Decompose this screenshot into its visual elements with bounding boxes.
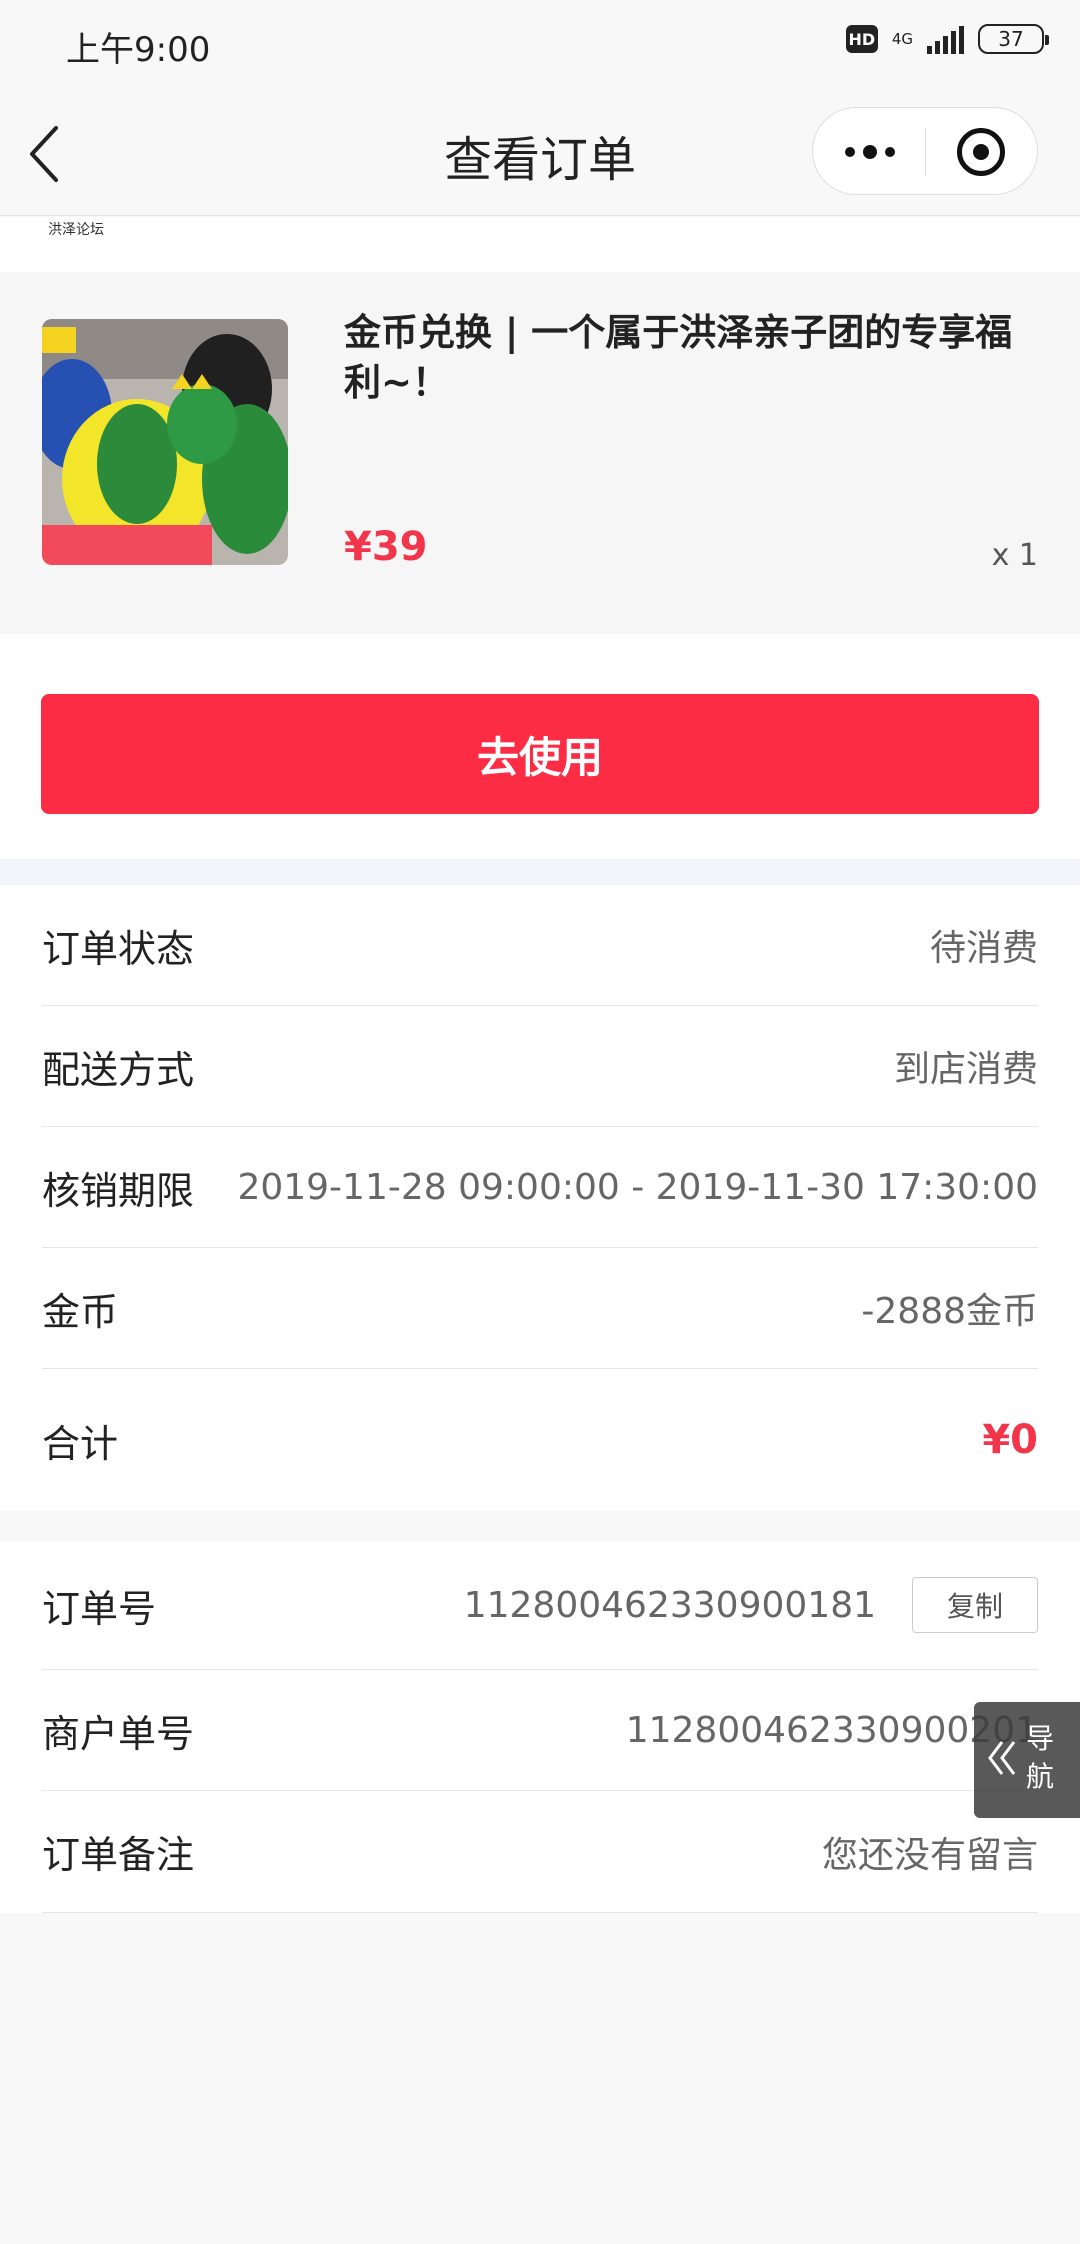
redeem-period-value: 2019-11-28 09:00:00 - 2019-11-30 17:30:0…	[237, 1166, 1038, 1208]
row-label: 合计	[42, 1421, 119, 1466]
coins-row: 金币 -2888金币	[42, 1248, 1038, 1369]
redeem-period-row: 核销期限 2019-11-28 09:00:00 - 2019-11-30 17…	[42, 1127, 1038, 1248]
order-number-group: 112800462330900181 复制	[464, 1577, 1038, 1633]
hd-icon: HD	[845, 25, 878, 53]
network-type-icon: 4G	[891, 30, 913, 48]
order-status-row: 订单状态 待消费	[42, 885, 1038, 1006]
floating-nav-label-1: 导	[1026, 1722, 1055, 1755]
shop-logo: 洪泽论坛	[48, 222, 104, 238]
order-note-row: 订单备注 您还没有留言	[42, 1791, 1038, 1913]
row-label: 订单号	[42, 1586, 157, 1631]
close-mini-program-icon[interactable]	[957, 128, 1005, 176]
order-info-section: 订单状态 待消费 配送方式 到店消费 核销期限 2019-11-28 09:00…	[0, 885, 1080, 1511]
double-chevron-left-icon	[988, 1741, 1016, 1775]
merchant-number-row: 商户单号 112800462330900201	[42, 1670, 1038, 1791]
floating-nav-label-2: 航	[1026, 1760, 1055, 1793]
floating-nav-button[interactable]: 导 航	[974, 1702, 1080, 1818]
product-thumbnail	[42, 319, 288, 565]
more-icon[interactable]	[835, 128, 905, 176]
order-meta-section: 订单号 112800462330900181 复制 商户单号 112800462…	[0, 1541, 1080, 1913]
use-button[interactable]: 去使用	[41, 694, 1039, 814]
delivery-method-value: 到店消费	[893, 1049, 1038, 1090]
row-label: 订单状态	[42, 926, 195, 971]
row-label: 商户单号	[42, 1711, 195, 1756]
floating-nav-label: 导 航	[1026, 1720, 1056, 1796]
product-quantity: x 1	[991, 538, 1038, 573]
shop-logo-strip: 洪泽论坛	[0, 217, 1080, 272]
product-price: ¥39	[344, 524, 428, 570]
nav-bar: 查看订单	[0, 92, 1080, 216]
signal-icon	[927, 24, 964, 54]
status-bar: 上午9:00 HD 4G 37	[0, 0, 1080, 92]
total-row: 合计 ¥0	[42, 1369, 1038, 1511]
order-note-value: 您还没有留言	[821, 1834, 1038, 1876]
row-label: 订单备注	[42, 1833, 195, 1877]
order-number-row: 订单号 112800462330900181 复制	[42, 1541, 1038, 1670]
coins-value: -2888金币	[861, 1291, 1038, 1332]
battery-icon: 37	[978, 24, 1049, 54]
delivery-method-row: 配送方式 到店消费	[42, 1006, 1038, 1127]
status-indicators: HD 4G 37	[845, 24, 1049, 54]
status-time: 上午9:00	[66, 30, 211, 70]
copy-button[interactable]: 复制	[912, 1577, 1038, 1633]
total-value: ¥0	[982, 1417, 1038, 1463]
order-number-value: 112800462330900181	[463, 1584, 876, 1626]
row-label: 金币	[42, 1289, 119, 1334]
action-area: 去使用	[0, 634, 1080, 859]
product-card[interactable]: 金币兑换 | 一个属于洪泽亲子团的专享福利~！ ¥39 x 1	[0, 272, 1080, 634]
product-title: 金币兑换 | 一个属于洪泽亲子团的专享福利~！	[344, 311, 1013, 404]
capsule-divider	[925, 128, 926, 176]
order-status-value: 待消费	[929, 928, 1038, 969]
mini-program-capsule	[812, 107, 1038, 195]
row-label: 配送方式	[42, 1047, 195, 1092]
section-divider	[0, 859, 1080, 885]
row-label: 核销期限	[42, 1168, 195, 1213]
